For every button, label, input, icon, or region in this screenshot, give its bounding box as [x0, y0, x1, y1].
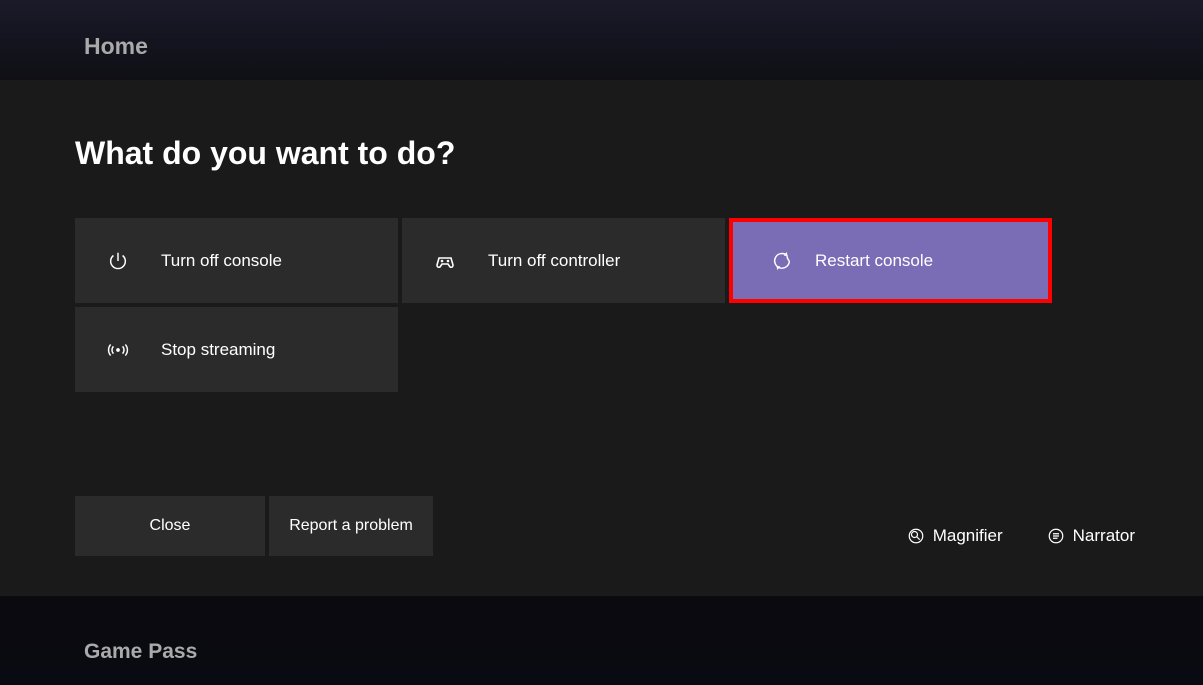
turn-off-console-tile[interactable]: Turn off console: [75, 218, 398, 303]
a11y-label: Narrator: [1073, 526, 1135, 546]
tile-grid: Turn off console Turn off controller: [75, 218, 1128, 392]
tile-label: Turn off controller: [488, 251, 620, 271]
tile-label: Turn off console: [161, 251, 282, 271]
bottom-row: Close Report a problem Magnifier: [75, 496, 1135, 556]
power-icon: [105, 248, 131, 274]
bottom-buttons: Close Report a problem: [75, 496, 433, 556]
close-button[interactable]: Close: [75, 496, 265, 556]
home-title: Home: [84, 33, 148, 60]
tile-label: Stop streaming: [161, 340, 275, 360]
turn-off-controller-tile[interactable]: Turn off controller: [402, 218, 725, 303]
button-label: Report a problem: [289, 517, 413, 535]
stop-streaming-tile[interactable]: Stop streaming: [75, 307, 398, 392]
power-dialog: What do you want to do? Turn off console…: [0, 80, 1203, 596]
narrator-button[interactable]: Narrator: [1047, 526, 1135, 546]
background-header: [0, 0, 1203, 80]
game-pass-label: Game Pass: [84, 640, 197, 664]
report-problem-button[interactable]: Report a problem: [269, 496, 433, 556]
accessibility-row: Magnifier Narrator: [907, 526, 1135, 546]
narrator-icon: [1047, 527, 1065, 545]
a11y-label: Magnifier: [933, 526, 1003, 546]
tile-label: Restart console: [815, 251, 933, 271]
controller-icon: [432, 248, 458, 274]
dialog-title: What do you want to do?: [75, 135, 1128, 172]
magnifier-icon: [907, 527, 925, 545]
magnifier-button[interactable]: Magnifier: [907, 526, 1003, 546]
restart-console-tile[interactable]: Restart console: [729, 218, 1052, 303]
button-label: Close: [150, 517, 191, 535]
streaming-icon: [105, 337, 131, 363]
restart-icon: [769, 248, 795, 274]
